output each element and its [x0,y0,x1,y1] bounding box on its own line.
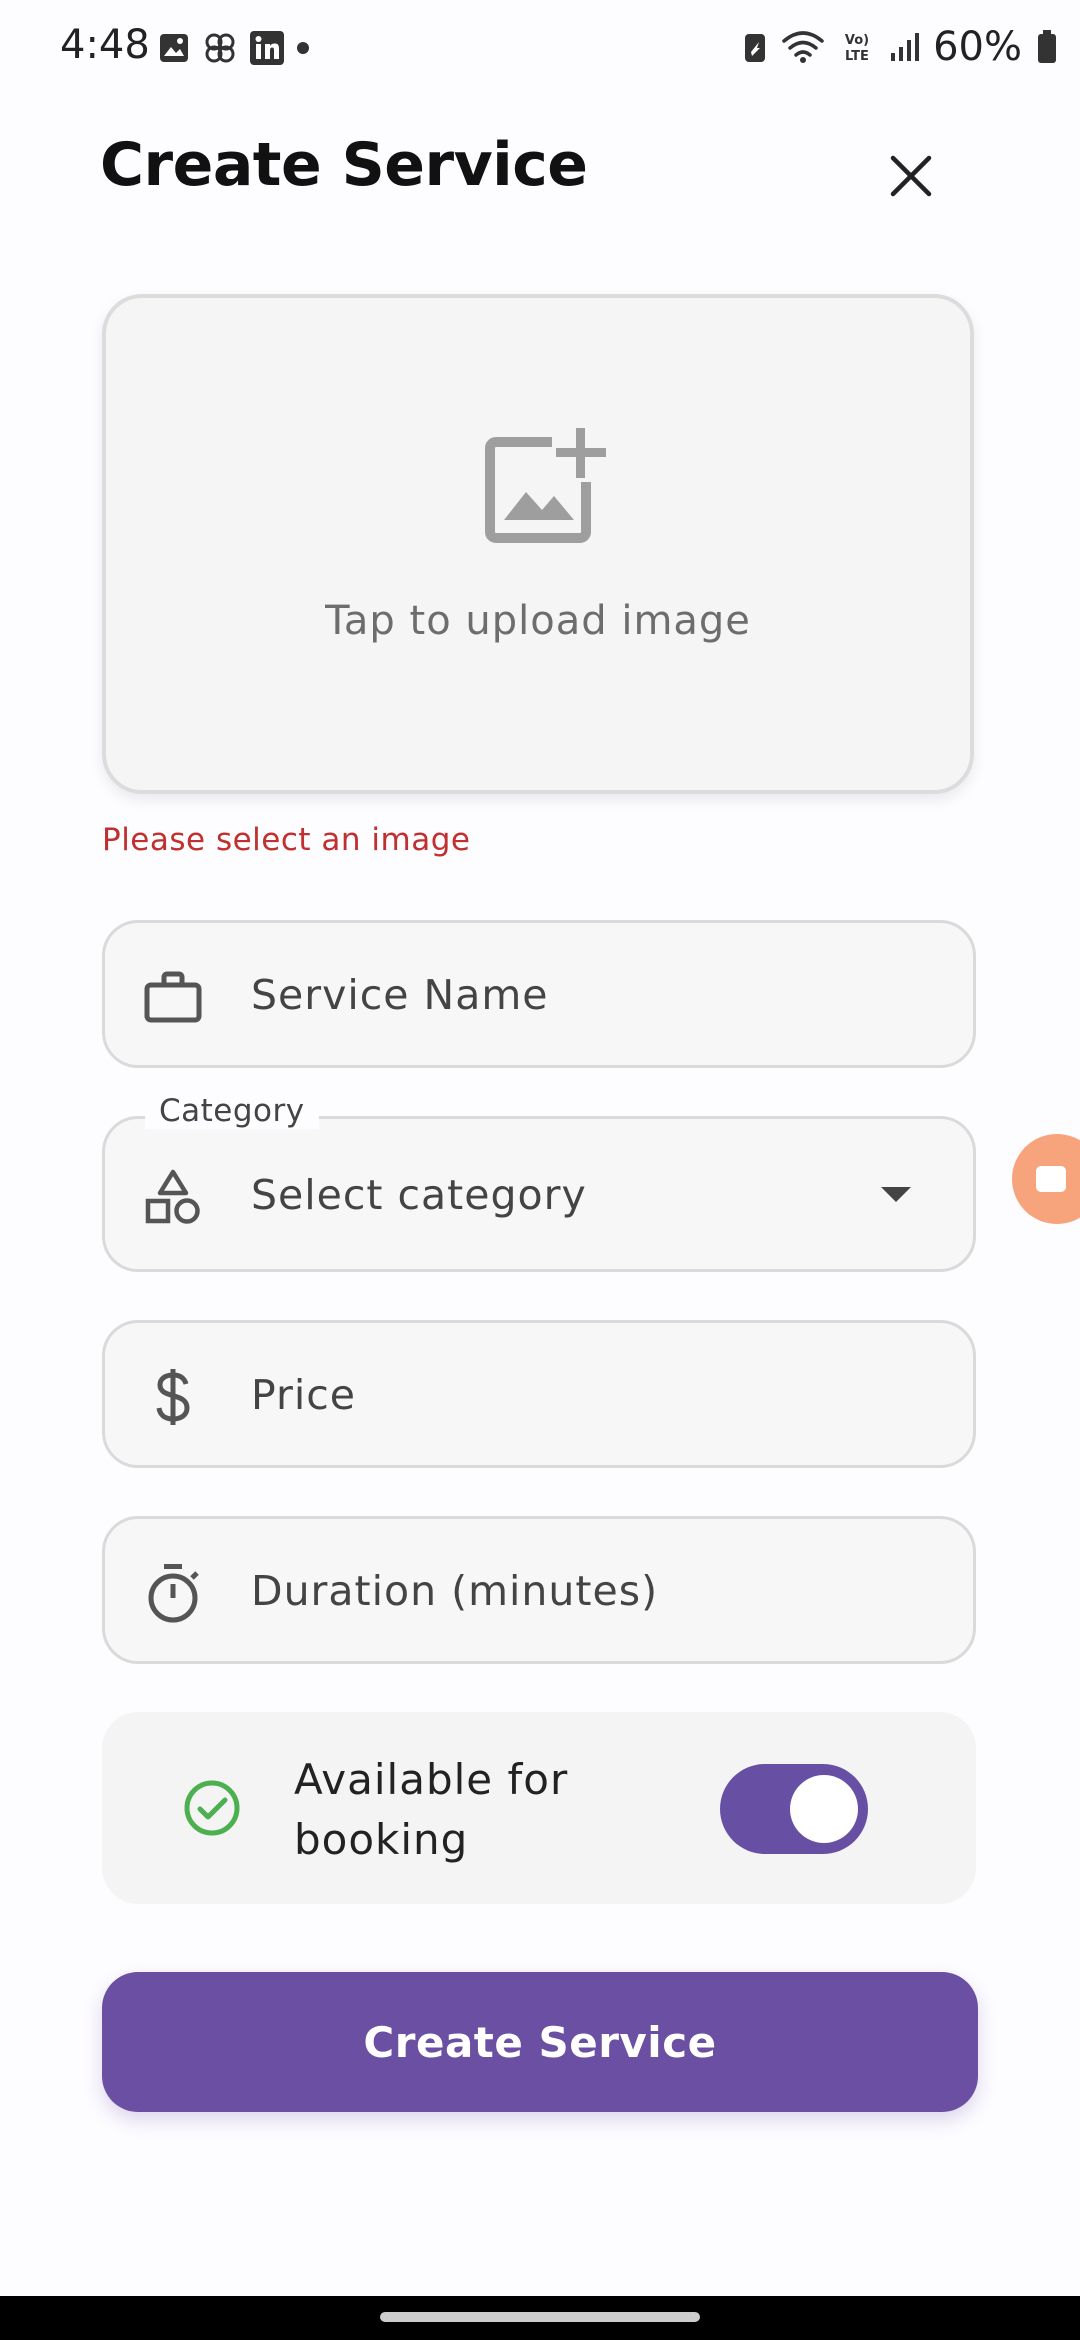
home-gesture-handle[interactable] [380,2312,700,2322]
service-name-placeholder: Service Name [251,971,549,1019]
battery-icon [1036,29,1058,65]
header: Create Service [0,120,1080,220]
signal-icon [889,31,920,63]
battery-percentage: 60% [933,24,1022,70]
svg-text:LTE: LTE [845,49,869,64]
status-bar: 4:48 Vo) LTE 60% [0,0,1080,96]
volte-icon: Vo) LTE [839,29,875,65]
upload-hint: Tap to upload image [325,598,751,644]
close-button[interactable] [875,140,947,212]
wifi-icon [781,29,825,65]
svg-text:Vo): Vo) [845,33,869,48]
category-shapes-icon [141,1165,205,1229]
timer-icon [141,1561,205,1625]
category-dropdown[interactable]: Category Select category [102,1093,976,1272]
notification-icons [158,30,310,66]
duration-placeholder: Duration (minutes) [251,1567,659,1615]
create-service-button[interactable]: Create Service [102,1972,978,2112]
chevron-down-icon[interactable] [881,1187,911,1202]
category-value: Select category [251,1171,587,1219]
add-image-icon [482,428,606,552]
service-name-field[interactable]: Service Name [102,920,976,1068]
status-time: 4:48 [60,22,150,68]
close-icon[interactable] [889,154,933,198]
create-service-label: Create Service [363,2017,717,2067]
battery-saver-icon [743,30,767,64]
video-camera-icon [1036,1166,1066,1192]
price-field[interactable]: Price [102,1320,976,1468]
briefcase-icon [141,965,205,1029]
page-title: Create Service [100,130,588,200]
switch-thumb [790,1775,858,1843]
check-circle-icon [182,1778,242,1838]
image-upload-area[interactable]: Tap to upload image [102,294,974,794]
category-label: Category [145,1093,319,1129]
duration-field[interactable]: Duration (minutes) [102,1516,976,1664]
floating-recorder-button[interactable] [1012,1134,1080,1224]
availability-toggle-row: Available for booking [102,1712,976,1904]
price-placeholder: Price [251,1371,357,1419]
availability-label: Available for booking [294,1755,569,1864]
system-icons: Vo) LTE 60% [743,24,1058,70]
dollar-icon [141,1365,205,1429]
availability-switch[interactable] [720,1764,868,1854]
pinwheel-icon [202,30,238,66]
image-error-message: Please select an image [102,822,471,858]
dot-icon [296,41,310,55]
gallery-icon [158,32,190,64]
navigation-bar [0,2296,1080,2340]
linkedin-icon [250,31,284,65]
